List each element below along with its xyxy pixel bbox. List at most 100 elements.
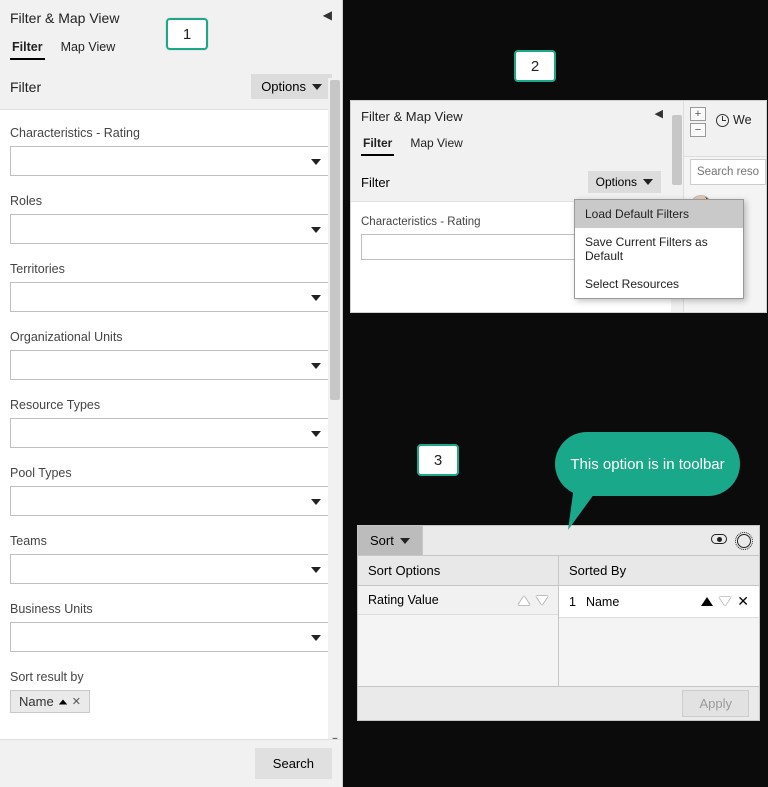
chevron-down-icon bbox=[311, 567, 321, 573]
chevron-down-icon bbox=[400, 538, 410, 544]
col-sort-options: Sort Options Rating Value bbox=[358, 556, 559, 686]
combo-resource-types[interactable] bbox=[10, 418, 332, 448]
sort-chip-name[interactable]: Name ✕ bbox=[10, 690, 90, 713]
sort-button[interactable]: Sort bbox=[358, 526, 423, 555]
week-indicator: We bbox=[716, 113, 752, 127]
search-input[interactable] bbox=[690, 159, 766, 185]
chevron-down-icon bbox=[311, 363, 321, 369]
field-label: Teams bbox=[10, 534, 332, 548]
row-rating-value[interactable]: Rating Value bbox=[358, 586, 558, 615]
sort-toolbar: Sort bbox=[358, 526, 759, 556]
callout-bubble: This option is in toolbar bbox=[555, 432, 740, 496]
field-label: Territories bbox=[10, 262, 332, 276]
panel2-header: Filter & Map View ◀ Filter Map View bbox=[351, 101, 671, 163]
tab-filter[interactable]: Filter bbox=[361, 132, 394, 156]
panel2-filter-row: Filter Options bbox=[351, 163, 671, 202]
gear-icon[interactable] bbox=[737, 534, 751, 548]
collapse-icon[interactable]: ◀ bbox=[655, 107, 663, 120]
menu-item-save-filters-default[interactable]: Save Current Filters as Default bbox=[575, 228, 743, 270]
field-sort-result-by: Sort result by Name ✕ bbox=[10, 670, 332, 713]
scroll-thumb[interactable] bbox=[330, 80, 340, 400]
collapse-icon[interactable]: ◀ bbox=[323, 8, 332, 22]
filter-heading-row: Filter Options bbox=[0, 64, 342, 110]
panel2-tabs: Filter Map View bbox=[361, 132, 661, 156]
field-label: Roles bbox=[10, 194, 332, 208]
chevron-down-icon bbox=[311, 499, 321, 505]
sort-panel: Sort Sort Options Rating Value Sorted By… bbox=[357, 525, 760, 721]
filter-heading: Filter bbox=[10, 79, 41, 95]
apply-button[interactable]: Apply bbox=[682, 690, 749, 717]
sort-asc-icon bbox=[58, 699, 67, 704]
scroll-thumb[interactable] bbox=[672, 115, 682, 185]
panel-footer: Search bbox=[0, 739, 342, 787]
remove-chip-icon[interactable]: ✕ bbox=[72, 695, 81, 708]
chevron-down-icon bbox=[311, 227, 321, 233]
sorted-index: 1 bbox=[569, 595, 576, 609]
clock-icon bbox=[716, 114, 729, 127]
panel2-right-header: + − We bbox=[684, 101, 766, 157]
field-characteristics-rating: Characteristics - Rating bbox=[10, 126, 332, 176]
combo-roles[interactable] bbox=[10, 214, 332, 244]
combo-territories[interactable] bbox=[10, 282, 332, 312]
sorted-name: Name bbox=[586, 595, 619, 609]
field-label: Business Units bbox=[10, 602, 332, 616]
menu-item-select-resources[interactable]: Select Resources bbox=[575, 270, 743, 298]
field-label: Sort result by bbox=[10, 670, 332, 684]
options-button-label: Options bbox=[596, 175, 637, 189]
step-label-3: 3 bbox=[417, 444, 459, 476]
zoom-in-button[interactable]: + bbox=[690, 107, 706, 121]
filter-body: Characteristics - Rating Roles Territori… bbox=[0, 110, 342, 738]
sort-desc-outline-icon[interactable] bbox=[719, 597, 731, 606]
zoom-out-button[interactable]: − bbox=[690, 123, 706, 137]
combo-characteristics-rating[interactable] bbox=[10, 146, 332, 176]
zoom-controls: + − bbox=[690, 107, 706, 139]
col-header-sort-options: Sort Options bbox=[358, 556, 558, 586]
filter-map-panel: Filter & Map View ◀ Filter Map View Filt… bbox=[0, 0, 343, 787]
options-button-label: Options bbox=[261, 79, 306, 94]
chevron-down-icon bbox=[311, 159, 321, 165]
options-button[interactable]: Options bbox=[588, 171, 661, 193]
field-org-units: Organizational Units bbox=[10, 330, 332, 380]
combo-business-units[interactable] bbox=[10, 622, 332, 652]
filter-heading: Filter bbox=[361, 175, 390, 190]
remove-icon[interactable]: ✕ bbox=[737, 593, 749, 610]
sort-footer: Apply bbox=[358, 686, 759, 720]
scrollbar[interactable]: ▲ ▼ bbox=[328, 78, 342, 749]
row-label: Rating Value bbox=[368, 593, 439, 607]
chevron-down-icon bbox=[643, 179, 653, 185]
week-label: We bbox=[733, 113, 752, 127]
field-territories: Territories bbox=[10, 262, 332, 312]
resource-search bbox=[690, 159, 766, 185]
search-button[interactable]: Search bbox=[255, 748, 332, 779]
sort-columns: Sort Options Rating Value Sorted By 1 Na… bbox=[358, 556, 759, 686]
menu-item-load-default-filters[interactable]: Load Default Filters bbox=[575, 200, 743, 228]
field-teams: Teams bbox=[10, 534, 332, 584]
sort-chip-label: Name bbox=[19, 694, 54, 709]
field-resource-types: Resource Types bbox=[10, 398, 332, 448]
sort-asc-icon[interactable] bbox=[701, 597, 713, 606]
options-menu: Load Default Filters Save Current Filter… bbox=[574, 199, 744, 299]
step-label-1: 1 bbox=[166, 18, 208, 50]
combo-pool-types[interactable] bbox=[10, 486, 332, 516]
eye-icon[interactable] bbox=[711, 534, 727, 544]
sort-desc-outline-icon[interactable] bbox=[536, 596, 548, 605]
chevron-down-icon bbox=[311, 431, 321, 437]
sort-asc-outline-icon[interactable] bbox=[518, 596, 530, 605]
sort-button-label: Sort bbox=[370, 533, 394, 548]
chevron-down-icon bbox=[312, 84, 322, 90]
field-label: Resource Types bbox=[10, 398, 332, 412]
tab-map-view[interactable]: Map View bbox=[408, 132, 464, 156]
chevron-down-icon bbox=[311, 635, 321, 641]
combo-org-units[interactable] bbox=[10, 350, 332, 380]
panel2-title: Filter & Map View bbox=[361, 107, 661, 132]
tab-filter[interactable]: Filter bbox=[10, 36, 45, 60]
options-button[interactable]: Options bbox=[251, 74, 332, 99]
combo-teams[interactable] bbox=[10, 554, 332, 584]
field-label: Organizational Units bbox=[10, 330, 332, 344]
filter-panel-options-flyout: Filter & Map View ◀ Filter Map View Filt… bbox=[350, 100, 767, 313]
toolbar-icons bbox=[711, 534, 751, 548]
tab-map-view[interactable]: Map View bbox=[59, 36, 118, 60]
row-sorted-name[interactable]: 1 Name ✕ bbox=[559, 586, 759, 618]
col-header-sorted-by: Sorted By bbox=[559, 556, 759, 586]
field-business-units: Business Units bbox=[10, 602, 332, 652]
